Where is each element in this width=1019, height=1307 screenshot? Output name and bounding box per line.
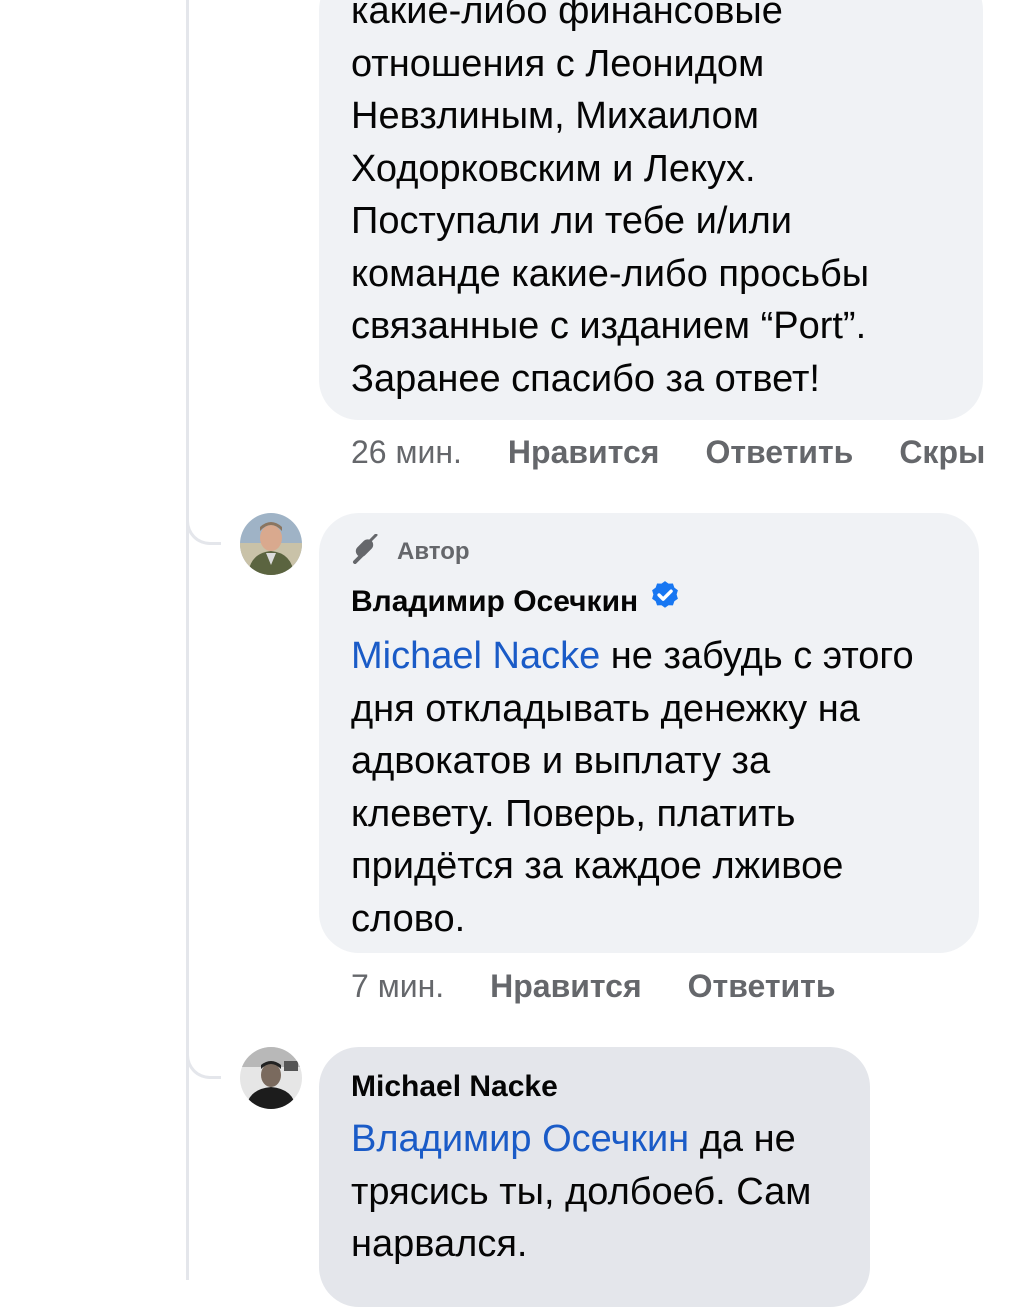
commenter-name[interactable]: Владимир Осечкин: [351, 582, 638, 622]
avatar-michael-nacke[interactable]: [240, 1047, 302, 1109]
mention-link[interactable]: Michael Nacke: [351, 635, 600, 677]
comment-text-line: придётся за каждое лживое: [351, 845, 844, 887]
comment-timestamp[interactable]: 26 мин.: [351, 434, 462, 471]
comment-text: не забудь с этого: [600, 635, 914, 677]
comment-text-line: нарвался.: [351, 1223, 528, 1265]
verified-badge-icon: [648, 579, 682, 624]
avatar-photo: [240, 513, 302, 575]
comment-text-line: клевету. Поверь, платить: [351, 792, 796, 835]
commenter-name-row: Michael Nacke: [351, 1067, 870, 1107]
comment-text-line: Michael Nacke не забудь с этого: [351, 630, 979, 683]
comment-text-line: трясись ты, долбоеб. Сам: [351, 1170, 812, 1213]
comment-text-line: слово.: [351, 897, 466, 940]
comment-text-line: связанные с изданием “Port”.: [351, 305, 867, 347]
commenter-name[interactable]: Michael Nacke: [351, 1067, 558, 1107]
comment-bubble-top: какие-либо финансовые отношения с Леонид…: [319, 0, 983, 420]
author-badge: Автор: [351, 533, 979, 571]
comment-text-line: адвокатов и выплату за: [351, 740, 771, 782]
comment-bubble-author: Автор Владимир Осечкин Michael Nacke не …: [319, 513, 979, 953]
comment-text-line: отношения с Леонидом: [351, 42, 765, 85]
commenter-name-row: Владимир Осечкин: [351, 579, 979, 624]
comment-timestamp[interactable]: 7 мин.: [351, 968, 444, 1005]
comment-text-line: Владимир Осечкин да не: [351, 1113, 870, 1166]
comment-text-line: команде какие-либо просьбы: [351, 252, 870, 295]
comment-text: да не: [689, 1118, 796, 1160]
thread-branch: [186, 1042, 221, 1079]
like-button[interactable]: Нравится: [490, 968, 642, 1005]
comment-text-line: какие-либо финансовые: [351, 0, 783, 32]
comment-actions-top: 26 мин. Нравится Ответить Скры: [351, 434, 985, 471]
comment-bubble-reply: Michael Nacke Владимир Осечкин да не тря…: [319, 1047, 870, 1307]
avatar-photo: [240, 1047, 302, 1109]
comment-text-line: дня откладывать денежку на: [351, 687, 860, 730]
comment-text-line: Невзлиным, Михаилом: [351, 95, 759, 137]
comment-actions-author: 7 мин. Нравится Ответить: [351, 968, 836, 1005]
reply-button[interactable]: Ответить: [705, 434, 853, 471]
pen-mic-icon: [351, 533, 385, 571]
comment-text-line: Ходорковским и Лекух.: [351, 147, 756, 190]
author-badge-label: Автор: [397, 538, 470, 565]
comment-text-line: Заранее спасибо за ответ!: [351, 357, 820, 400]
comment-text-line: Поступали ли тебе и/или: [351, 200, 793, 242]
thread-branch: [186, 508, 221, 545]
reply-button[interactable]: Ответить: [688, 968, 836, 1005]
mention-link[interactable]: Владимир Осечкин: [351, 1118, 689, 1160]
hide-button[interactable]: Скры: [899, 434, 985, 471]
like-button[interactable]: Нравится: [508, 434, 660, 471]
avatar-vladimir-osechkin[interactable]: [240, 513, 302, 575]
thread-line: [186, 0, 189, 1280]
